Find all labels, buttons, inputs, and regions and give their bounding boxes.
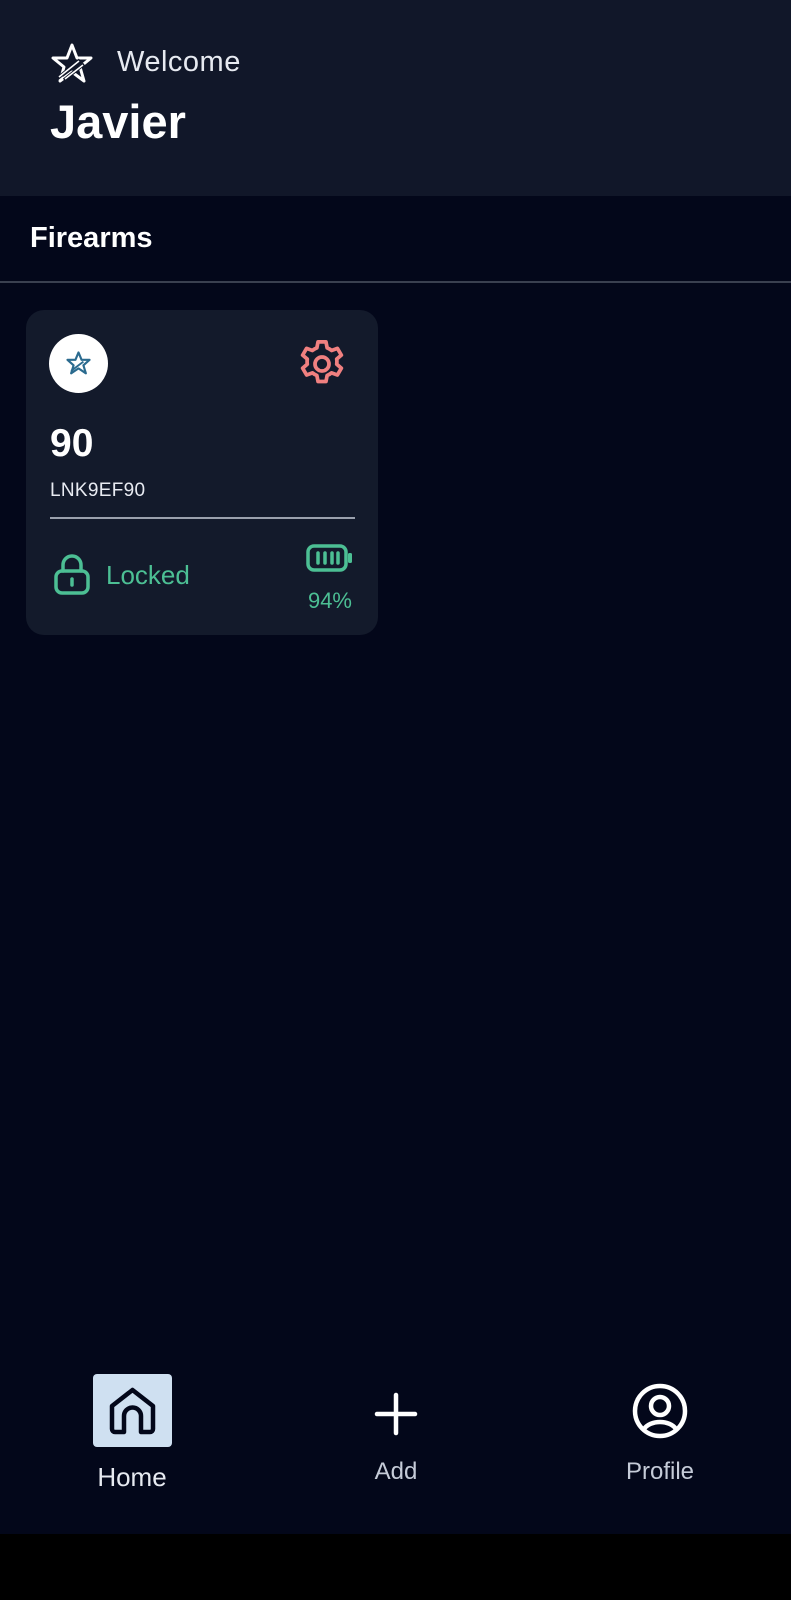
home-icon bbox=[109, 1387, 156, 1435]
firearm-number: 90 bbox=[50, 422, 94, 465]
star-logo-icon bbox=[66, 351, 91, 375]
nav-home-active-indicator bbox=[93, 1374, 172, 1447]
username: Javier bbox=[50, 95, 186, 148]
nav-label-profile: Profile bbox=[625, 1458, 695, 1485]
firearm-avatar bbox=[49, 334, 108, 393]
card-divider bbox=[50, 517, 355, 519]
nav-item-profile[interactable]: Profile bbox=[580, 1356, 740, 1496]
lock-icon bbox=[54, 554, 90, 595]
battery-percentage: 94% bbox=[307, 588, 352, 613]
nav-item-home[interactable]: Home bbox=[52, 1356, 212, 1496]
nav-label-home: Home bbox=[97, 1462, 167, 1492]
gear-icon[interactable] bbox=[294, 336, 350, 392]
welcome-header: Welcome Javier bbox=[0, 0, 791, 196]
nav-label-add: Add bbox=[374, 1458, 418, 1485]
star-logo-icon bbox=[51, 43, 93, 83]
firearm-card[interactable]: 90 LNK9EF90 Locked 94% bbox=[26, 310, 378, 635]
section-title: Firearms bbox=[30, 222, 153, 254]
app-screen: Welcome Javier Firearms 90 LNK9EF90 Lock… bbox=[0, 0, 791, 1534]
system-bottom-bar bbox=[0, 1534, 791, 1600]
battery-icon bbox=[306, 544, 352, 572]
lock-status: Locked bbox=[106, 560, 190, 590]
section-divider bbox=[0, 281, 791, 283]
firearm-serial: LNK9EF90 bbox=[50, 480, 146, 501]
welcome-text: Welcome bbox=[117, 46, 241, 78]
nav-item-add[interactable]: Add bbox=[316, 1356, 476, 1496]
plus-icon bbox=[374, 1392, 418, 1436]
profile-icon bbox=[632, 1383, 688, 1439]
bottom-navigation: Home Add Profile bbox=[0, 1356, 791, 1534]
